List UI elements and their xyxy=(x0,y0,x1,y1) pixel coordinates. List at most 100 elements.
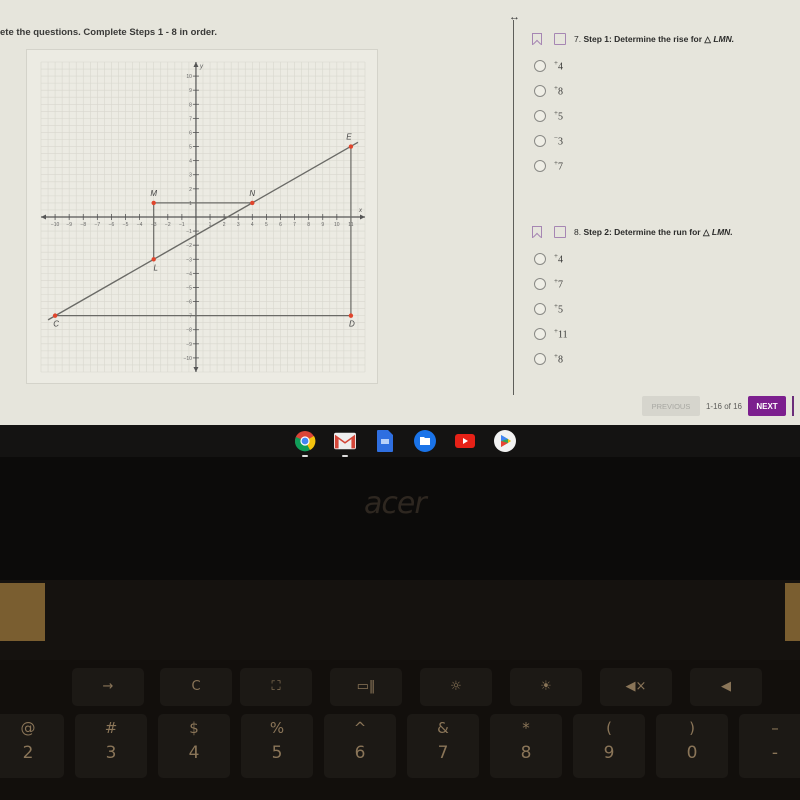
answer-options: +4 +7 +5 +11 +8 xyxy=(534,246,733,371)
answer-option[interactable]: +4 xyxy=(534,246,733,271)
x-tick-label: 8 xyxy=(307,222,310,228)
answer-option[interactable]: +8 xyxy=(534,78,734,103)
function-key[interactable]: ◀ xyxy=(690,668,762,706)
key-shift-symbol: ) xyxy=(689,719,695,737)
number-key[interactable]: $4 xyxy=(158,714,230,778)
bookmark-icon[interactable] xyxy=(532,33,542,45)
function-key[interactable]: ▭‖ xyxy=(330,668,402,706)
y-tick-label: 7 xyxy=(189,116,192,122)
radio-button[interactable] xyxy=(534,159,546,172)
youtube-app-button[interactable] xyxy=(454,430,476,452)
answer-option[interactable]: +5 xyxy=(534,296,733,321)
radio-button[interactable] xyxy=(534,352,546,365)
answer-option[interactable]: +7 xyxy=(534,153,734,178)
function-key[interactable]: ☼ xyxy=(420,668,492,706)
y-tick-label: −6 xyxy=(186,300,192,306)
key-symbol: 7 xyxy=(437,743,449,763)
radio-button[interactable] xyxy=(534,252,546,265)
question-title: 7. Step 1: Determine the rise for △ LMN. xyxy=(574,34,734,45)
option-label: +5 xyxy=(554,302,563,315)
point-label-L: L xyxy=(153,263,157,272)
number-key[interactable]: @2 xyxy=(0,714,64,778)
key-symbol: 5 xyxy=(271,743,283,763)
function-key[interactable]: ☀ xyxy=(510,668,582,706)
option-label: +5 xyxy=(554,109,563,122)
bookmark-icon[interactable] xyxy=(532,226,542,238)
function-key[interactable]: ⛶ xyxy=(240,668,312,706)
radio-button[interactable] xyxy=(534,277,546,290)
pagination: PREVIOUS 1-16 of 16 NEXT xyxy=(641,396,800,416)
y-tick-label: −10 xyxy=(183,356,192,362)
next-button[interactable]: NEXT xyxy=(748,396,786,416)
option-label: +4 xyxy=(554,59,563,72)
number-key[interactable]: * 8 xyxy=(490,714,562,778)
radio-button[interactable] xyxy=(534,134,546,147)
answer-option[interactable]: +7 xyxy=(534,271,733,296)
y-tick-label: −8 xyxy=(186,328,192,334)
number-key[interactable]: – - xyxy=(739,714,800,778)
radio-button[interactable] xyxy=(534,84,546,97)
number-key[interactable]: (9 xyxy=(573,714,645,778)
y-tick-label: 6 xyxy=(189,130,192,136)
number-key[interactable]: ) 0 xyxy=(656,714,728,778)
question-7: 7. Step 1: Determine the rise for △ LMN.… xyxy=(532,31,734,178)
x-tick-label: −10 xyxy=(51,222,60,228)
function-key[interactable]: ◀× xyxy=(600,668,672,706)
answer-option[interactable]: +8 xyxy=(534,346,733,371)
key-symbol: 2 xyxy=(22,743,34,763)
answer-option[interactable]: +11 xyxy=(534,321,733,346)
option-label: +7 xyxy=(554,277,563,290)
chrome-app-button[interactable] xyxy=(294,430,316,457)
x-tick-label: 5 xyxy=(265,222,268,228)
x-tick-label: 9 xyxy=(321,222,324,228)
docs-app-button[interactable] xyxy=(374,430,396,452)
answer-option[interactable]: +5 xyxy=(534,103,734,128)
point-N xyxy=(250,200,255,206)
option-value: 7 xyxy=(557,161,563,173)
point-D xyxy=(348,313,354,318)
chrome-icon xyxy=(295,431,316,452)
panel-divider[interactable] xyxy=(513,20,514,395)
play-store-app-button[interactable] xyxy=(494,430,516,452)
number-key[interactable]: #3 xyxy=(75,714,147,778)
option-value: 11 xyxy=(557,329,568,341)
y-tick-label: 5 xyxy=(189,145,192,151)
point-M xyxy=(151,200,156,206)
note-icon[interactable] xyxy=(554,33,566,45)
point-label-M: M xyxy=(150,189,157,198)
number-key[interactable]: & 7 xyxy=(407,714,479,778)
page-count: 1-16 of 16 xyxy=(705,401,742,411)
laptop-hinge xyxy=(0,580,800,660)
point-label-C: C xyxy=(53,320,59,329)
function-key[interactable]: → xyxy=(72,668,144,706)
answer-option[interactable]: −3 xyxy=(534,128,734,153)
gmail-app-button[interactable] xyxy=(334,430,356,457)
key-symbol: 6 xyxy=(354,743,366,763)
key-shift-symbol: $ xyxy=(189,719,199,737)
option-value: 8 xyxy=(557,86,563,98)
note-icon[interactable] xyxy=(554,226,566,238)
y-tick-label: 10 xyxy=(186,74,192,80)
answer-option[interactable]: +4 xyxy=(534,53,734,78)
question-number: 7. xyxy=(574,33,582,44)
y-tick-label: −3 xyxy=(186,257,192,263)
option-value: 4 xyxy=(557,254,563,266)
question-8: 8. Step 2: Determine the run for △ LMN. … xyxy=(532,224,733,371)
resize-handle-icon[interactable]: ↔ xyxy=(509,11,520,23)
files-app-button[interactable] xyxy=(414,430,436,452)
radio-button[interactable] xyxy=(534,327,546,340)
x-tick-label: 3 xyxy=(237,222,240,228)
x-tick-label: −4 xyxy=(137,222,143,228)
radio-button[interactable] xyxy=(534,59,546,72)
number-key[interactable]: % 5 xyxy=(241,714,313,778)
x-tick-label: 6 xyxy=(279,222,282,228)
previous-button[interactable]: PREVIOUS xyxy=(641,396,700,416)
number-key[interactable]: ^ 6 xyxy=(324,714,396,778)
function-key[interactable]: C xyxy=(160,668,232,706)
radio-button[interactable] xyxy=(534,302,546,315)
x-tick-label: 4 xyxy=(251,222,254,228)
radio-button[interactable] xyxy=(534,109,546,122)
gmail-icon xyxy=(334,432,356,450)
files-icon xyxy=(414,430,436,452)
pager-edge xyxy=(792,396,800,416)
